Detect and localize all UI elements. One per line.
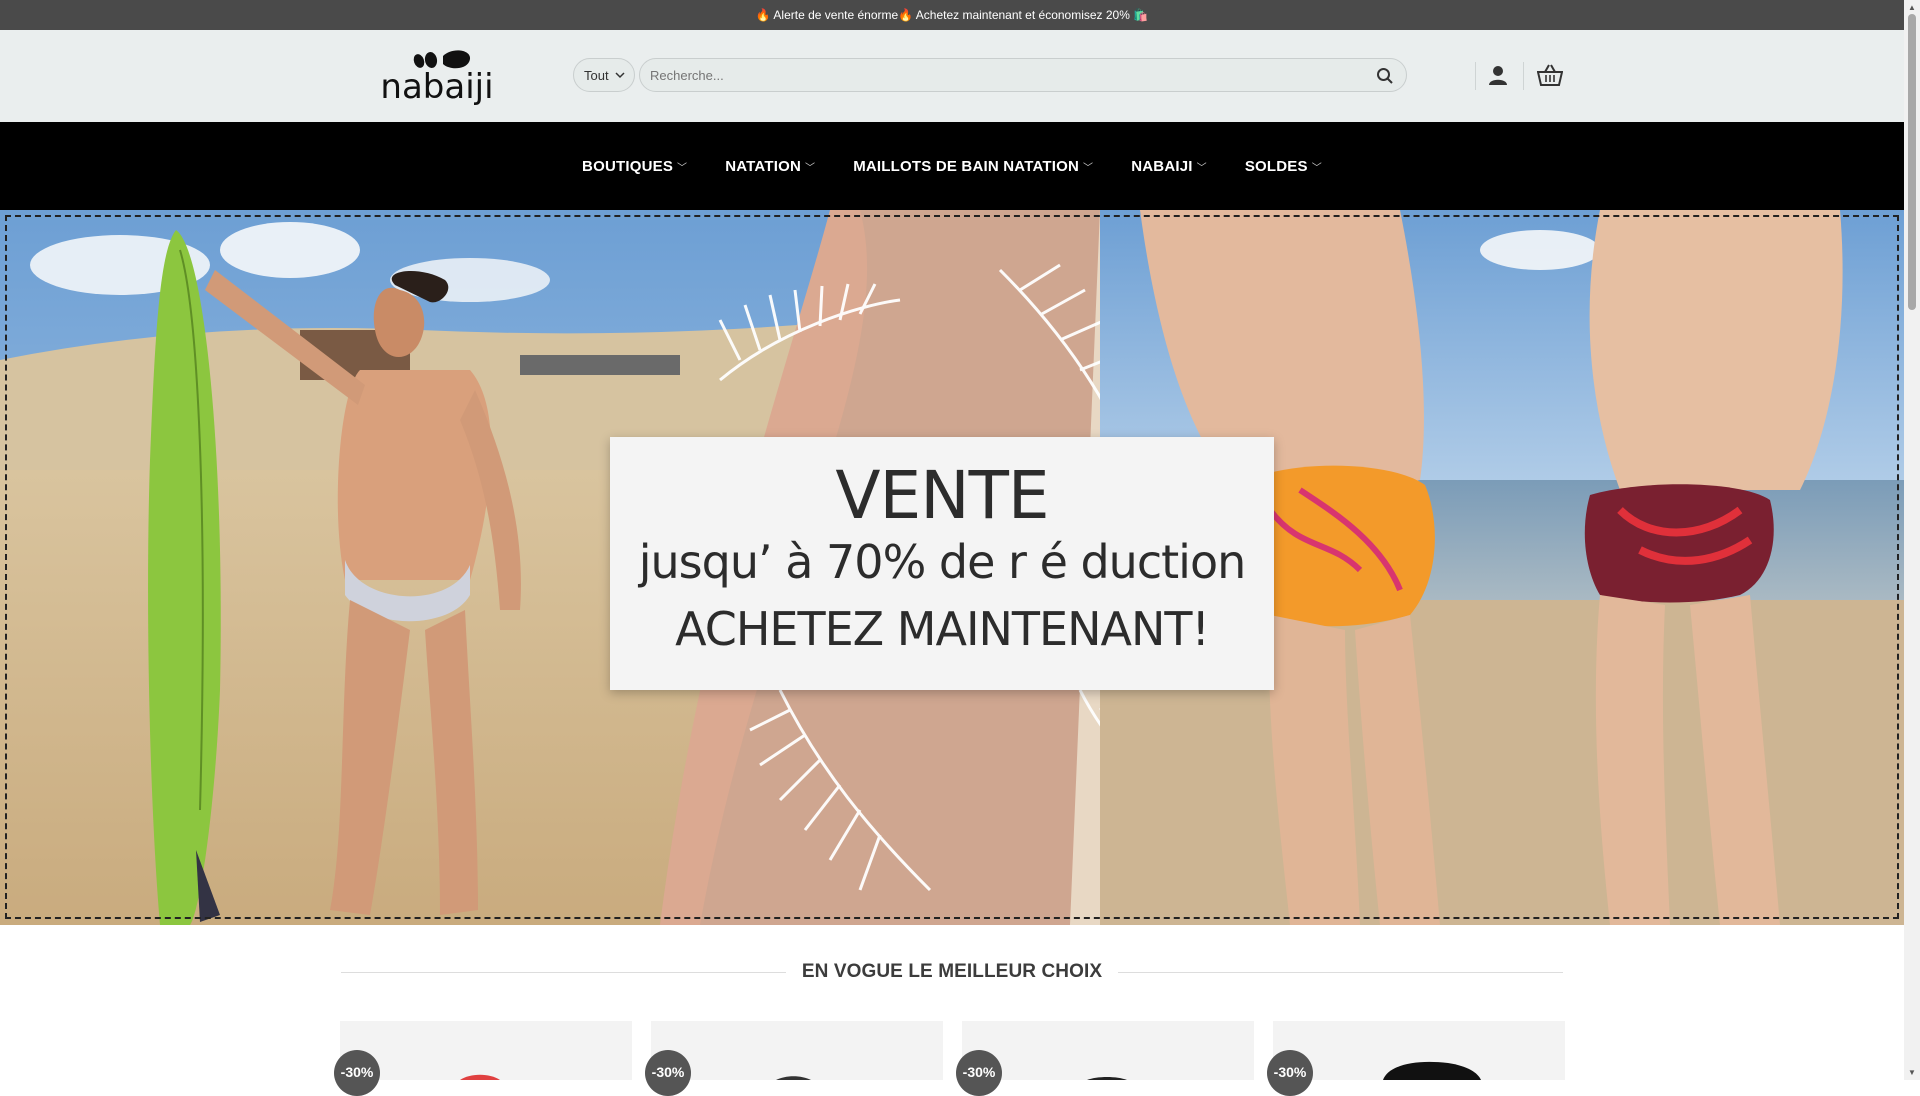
divider-line <box>341 971 786 973</box>
category-select[interactable]: Tout <box>573 58 635 92</box>
product-card[interactable] <box>962 1021 1254 1080</box>
scroll-up-icon[interactable]: ▲ <box>1908 3 1916 12</box>
announcement-bar: 🔥 Alerte de vente énorme🔥 Achetez mainte… <box>0 0 1904 30</box>
user-icon[interactable] <box>1487 64 1509 86</box>
chevron-down-icon: ﹀ <box>677 162 688 174</box>
header-divider <box>1523 62 1524 90</box>
announcement-text: 🔥 Alerte de vente énorme🔥 Achetez mainte… <box>755 8 1149 22</box>
nav-item-label: MAILLOTS DE BAIN NATATION <box>853 157 1080 175</box>
chevron-down-icon: ﹀ <box>805 162 816 174</box>
product-image <box>1383 1061 1481 1080</box>
promo-subtitle: jusqu’ à 70% de r é duction <box>638 535 1247 589</box>
nav-item-label: NATATION <box>725 157 801 175</box>
chevron-down-icon: ﹀ <box>1196 162 1207 174</box>
header-divider <box>1475 62 1476 90</box>
search-field[interactable] <box>639 58 1407 92</box>
hero-banner[interactable]: VENTE jusqu’ à 70% de r é duction ACHETE… <box>0 210 1904 925</box>
nav-item-soldes[interactable]: SOLDES ﹀ <box>1226 158 1341 175</box>
product-grid: -30% -30% -30% -30% <box>334 1021 1565 1096</box>
promo-box: VENTE jusqu’ à 70% de r é duction ACHETE… <box>610 437 1274 690</box>
nav-item-boutiques[interactable]: BOUTIQUES ﹀ <box>563 158 706 175</box>
nav-item-label: SOLDES <box>1244 157 1308 175</box>
product-image <box>460 1074 500 1080</box>
scrollbar-thumb[interactable] <box>1908 14 1916 310</box>
search-input[interactable] <box>650 67 1350 83</box>
discount-badge: -30% <box>1267 1050 1313 1096</box>
divider-line <box>1118 971 1564 973</box>
product-image <box>776 1076 811 1080</box>
discount-badge: -30% <box>334 1050 380 1096</box>
logo-text: nabaiji <box>380 67 493 106</box>
main-navigation: BOUTIQUES ﹀ NATATION ﹀ MAILLOTS DE BAIN NA… <box>0 122 1904 210</box>
chevron-down-icon: ﹀ <box>1083 162 1094 174</box>
chevron-down-icon: ﹀ <box>1311 162 1322 174</box>
nabaiji-logo[interactable]: nabaiji <box>365 48 510 106</box>
nav-item-nabaiji[interactable]: NABAIJI ﹀ <box>1112 158 1226 175</box>
discount-badge: -30% <box>645 1050 691 1096</box>
nav-item-label: NABAIJI <box>1131 157 1193 175</box>
chevron-down-icon <box>615 72 625 79</box>
promo-title: VENTE <box>835 457 1049 534</box>
section-heading: EN VOGUE LE MEILLEUR CHOIX <box>341 957 1564 987</box>
site-header: nabaiji Tout <box>0 30 1904 122</box>
cart-icon[interactable] <box>1537 63 1563 87</box>
product-image <box>1087 1077 1127 1080</box>
product-card[interactable] <box>651 1021 943 1080</box>
search-icon[interactable] <box>1376 67 1394 85</box>
product-card[interactable] <box>340 1021 632 1080</box>
promo-cta: ACHETEZ MAINTENANT! <box>675 602 1210 656</box>
product-card[interactable] <box>1273 1021 1565 1080</box>
section-title: EN VOGUE LE MEILLEUR CHOIX <box>801 961 1103 982</box>
nav-item-natation[interactable]: NATATION ﹀ <box>706 158 834 175</box>
scroll-down-icon[interactable]: ▼ <box>1908 1068 1916 1077</box>
discount-badge: -30% <box>956 1050 1002 1096</box>
category-select-value: Tout <box>584 67 609 83</box>
page-scrollbar[interactable]: ▲ ▼ <box>1904 0 1920 1080</box>
nav-item-label: BOUTIQUES <box>582 157 674 175</box>
nav-item-maillots[interactable]: MAILLOTS DE BAIN NATATION ﹀ <box>834 158 1112 175</box>
